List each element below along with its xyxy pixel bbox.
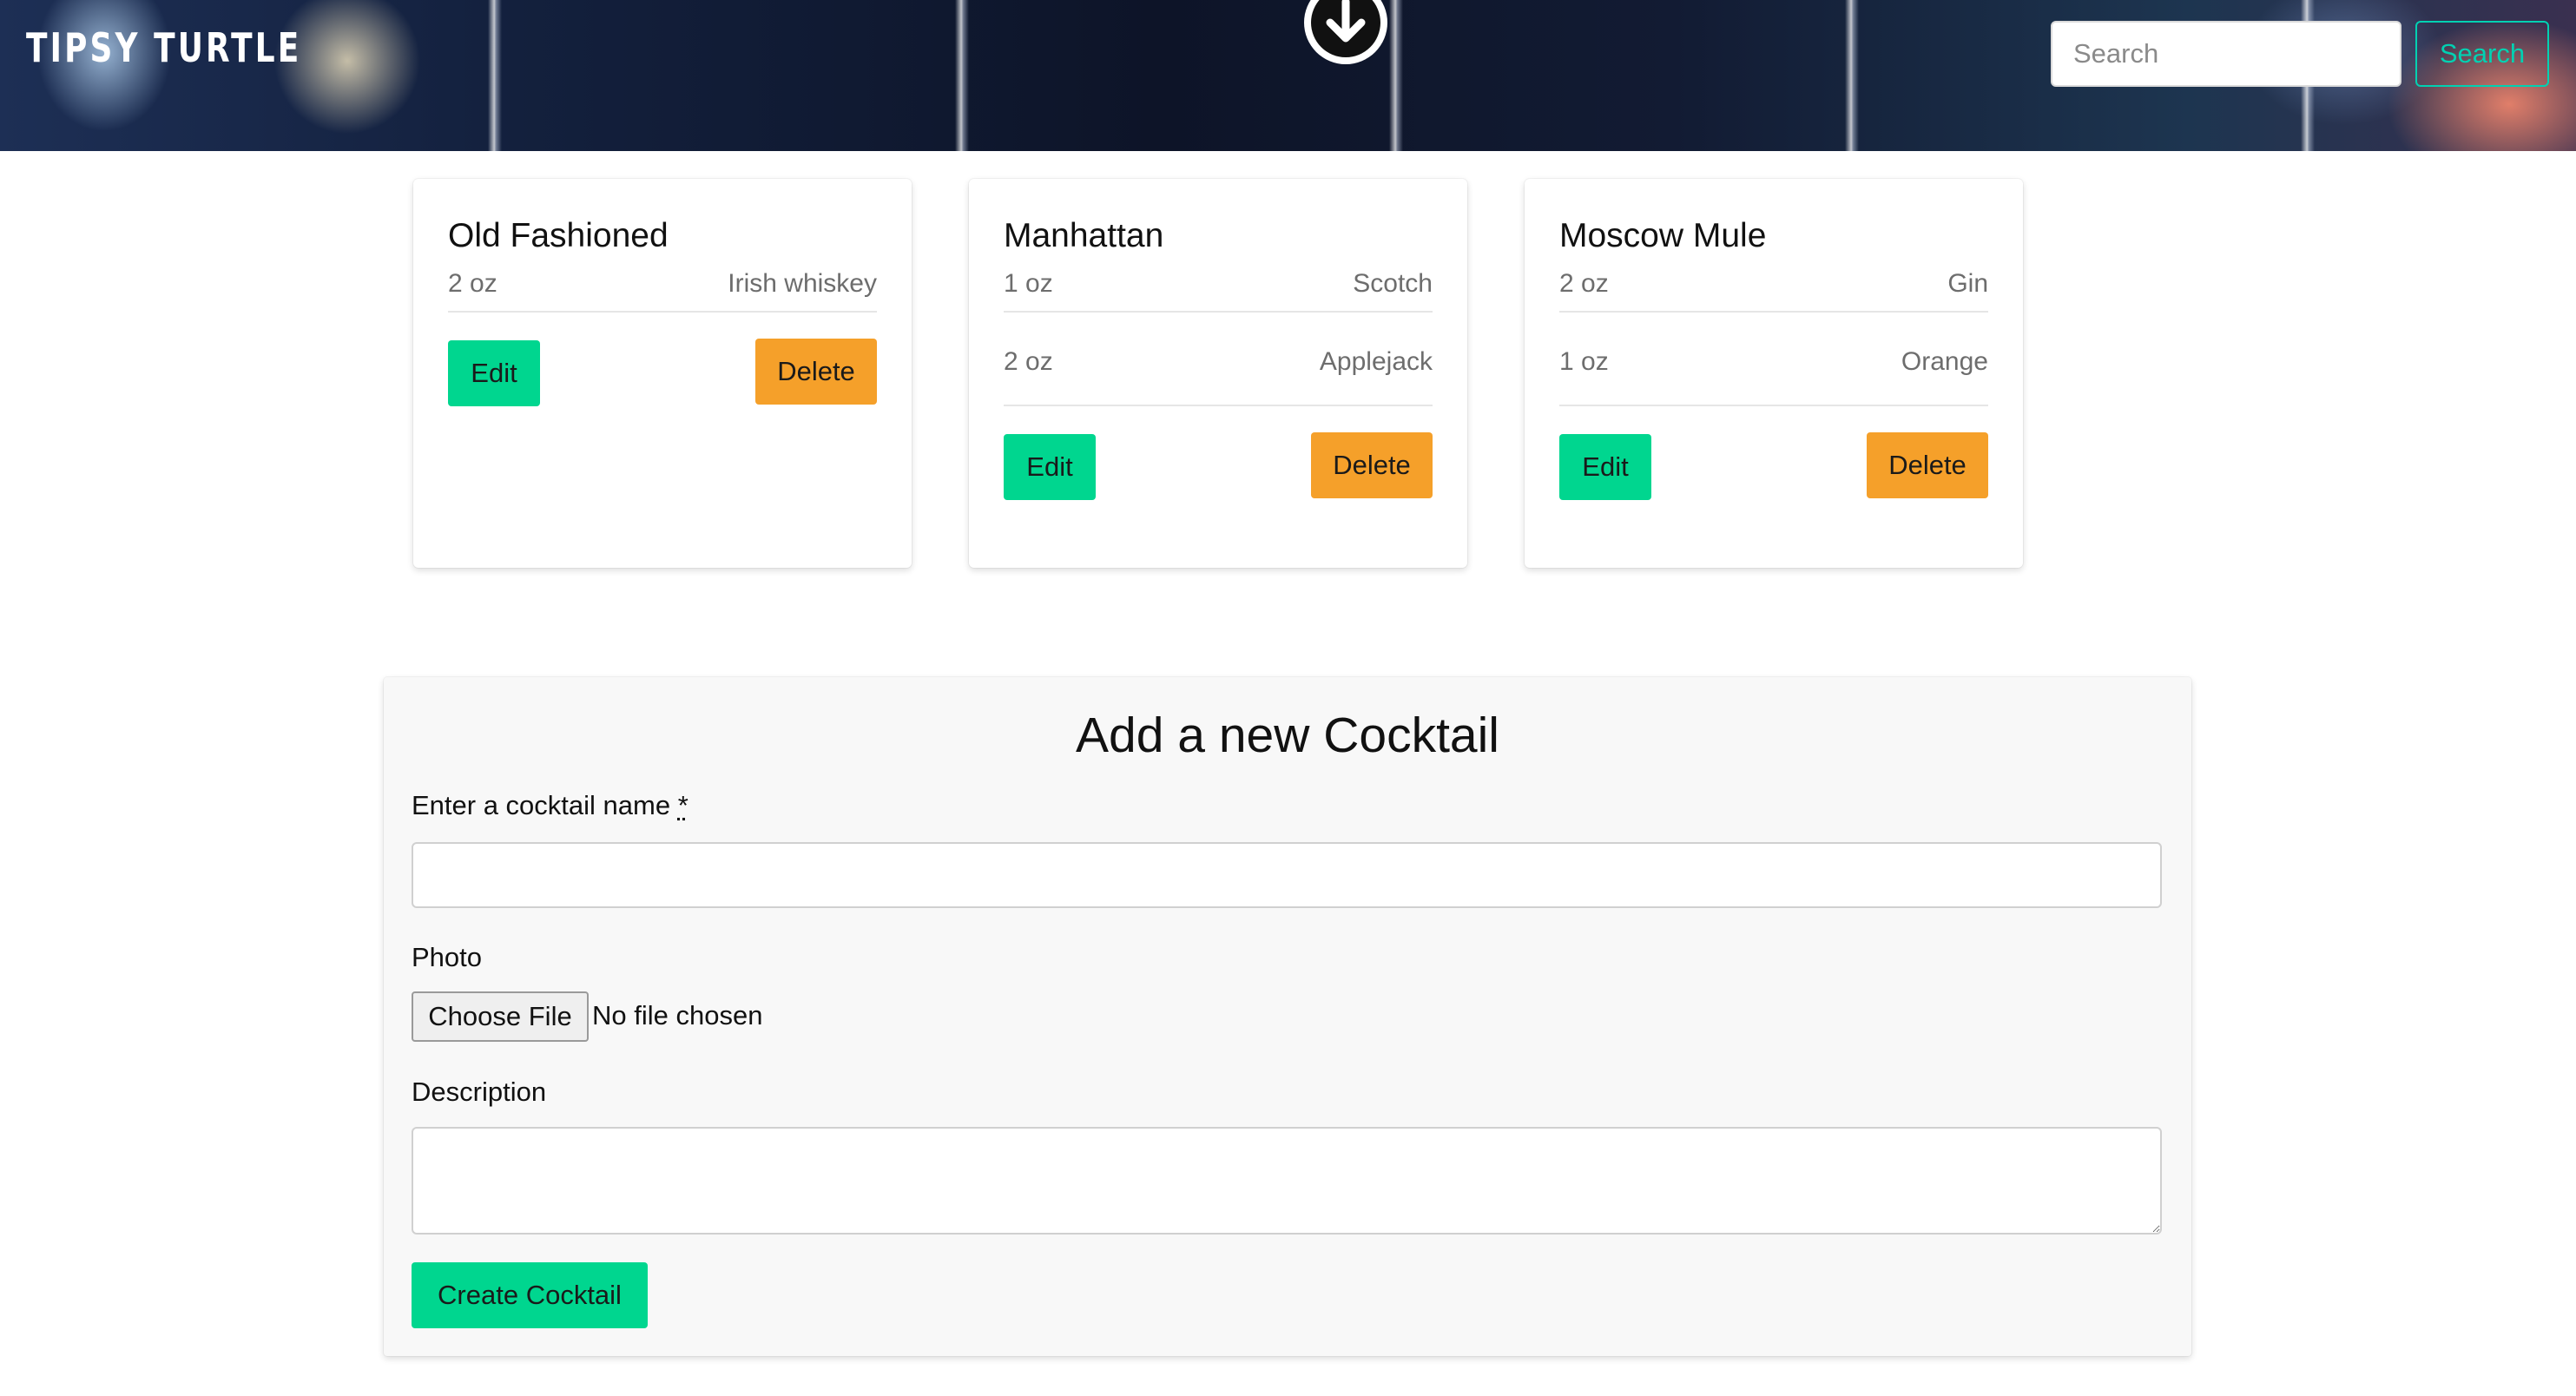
edit-button[interactable]: Edit (448, 340, 540, 406)
ingredient-name: Irish whiskey (728, 269, 877, 298)
card-actions: Edit Delete (448, 339, 877, 406)
cocktail-name: Moscow Mule (1559, 217, 1767, 254)
glass-decoration (955, 0, 969, 151)
cocktail-card: Manhattan 1 oz Scotch 2 oz Applejack Edi… (969, 179, 1467, 568)
glass-decoration (1389, 0, 1403, 151)
ingredient-row: 2 oz Applejack (1004, 313, 1433, 406)
brand-logo[interactable]: TIPSY TURTLE (26, 24, 301, 71)
glass-decoration (1845, 0, 1859, 151)
cocktail-name-label-text: Enter a cocktail name (412, 790, 671, 820)
ingredient-amount: 2 oz (448, 269, 497, 298)
description-textarea[interactable] (412, 1127, 2162, 1235)
ingredient-row: 2 oz Gin (1559, 257, 1988, 313)
choose-file-button[interactable]: Choose File (412, 991, 589, 1042)
arrow-down-circle-icon[interactable] (1304, 0, 1387, 64)
photo-label: Photo (412, 942, 483, 972)
delete-button[interactable]: Delete (1867, 432, 1988, 498)
delete-button[interactable]: Delete (755, 339, 877, 405)
ingredient-row: 2 oz Irish whiskey (448, 257, 877, 313)
edit-button[interactable]: Edit (1559, 434, 1651, 500)
ingredient-amount: 2 oz (1004, 347, 1053, 376)
add-cocktail-form: Add a new Cocktail Enter a cocktail name… (384, 677, 2191, 1356)
create-cocktail-button[interactable]: Create Cocktail (412, 1262, 648, 1328)
card-actions: Edit Delete (1559, 432, 1988, 500)
search-button[interactable]: Search (2415, 21, 2549, 87)
ingredient-row: 1 oz Scotch (1004, 257, 1433, 313)
glass-decoration (488, 0, 502, 151)
ingredient-amount: 1 oz (1004, 269, 1053, 298)
edit-button[interactable]: Edit (1004, 434, 1096, 500)
delete-button[interactable]: Delete (1311, 432, 1433, 498)
cocktail-name-label: Enter a cocktail name * (412, 790, 688, 821)
card-actions: Edit Delete (1004, 432, 1433, 500)
ingredient-amount: 1 oz (1559, 347, 1609, 376)
search-input[interactable] (2051, 21, 2401, 87)
description-label: Description (412, 1077, 547, 1107)
ingredient-name: Scotch (1353, 269, 1433, 298)
ingredient-name: Orange (1901, 347, 1988, 376)
cocktail-name-input[interactable] (412, 842, 2162, 908)
header-banner: TIPSY TURTLE Search (0, 0, 2576, 151)
ingredient-name: Gin (1947, 269, 1988, 298)
cocktail-card: Old Fashioned 2 oz Irish whiskey Edit De… (413, 179, 912, 568)
cocktail-name: Manhattan (1004, 217, 1164, 254)
ingredient-name: Applejack (1319, 347, 1433, 376)
ingredient-row: 1 oz Orange (1559, 313, 1988, 406)
required-marker: * (677, 790, 688, 820)
ingredient-amount: 2 oz (1559, 269, 1609, 298)
cocktail-name: Old Fashioned (448, 217, 669, 254)
file-status: No file chosen (592, 1000, 763, 1031)
form-title: Add a new Cocktail (1076, 708, 1499, 763)
cocktail-card: Moscow Mule 2 oz Gin 1 oz Orange Edit De… (1525, 179, 2023, 568)
